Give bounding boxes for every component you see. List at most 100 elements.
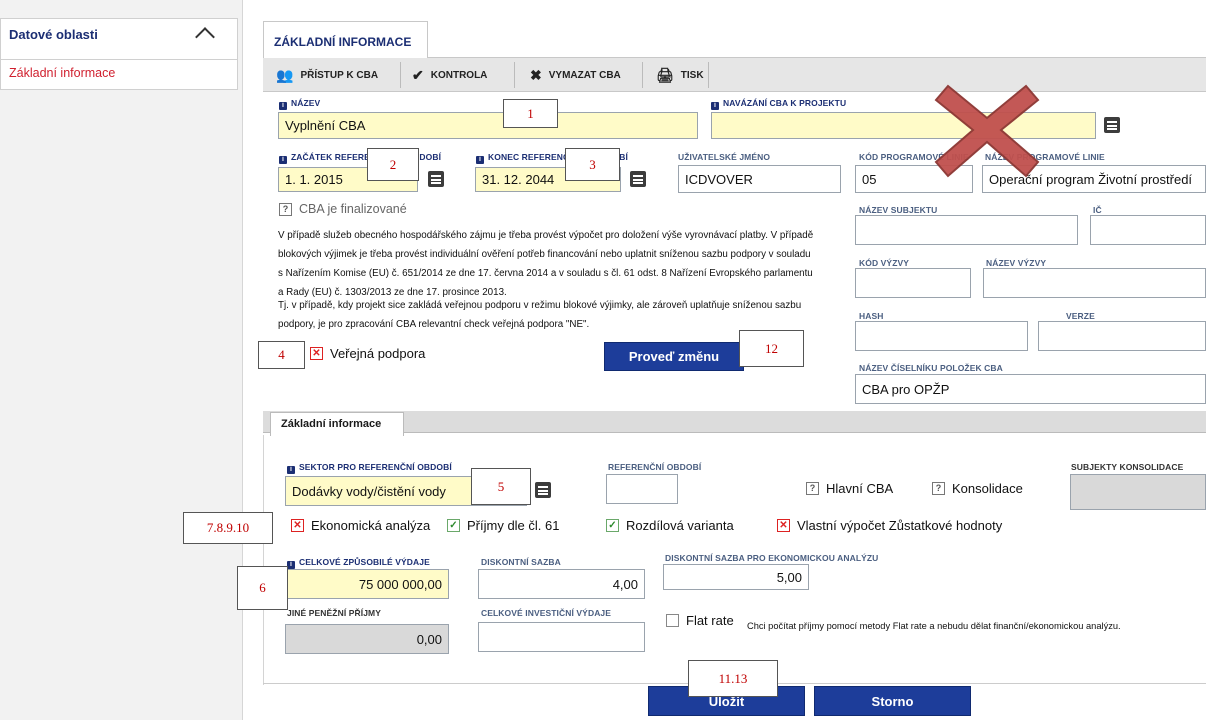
diskontni-sazba-ek-input[interactable]: 5,00	[663, 564, 809, 590]
ic-label: IČ	[1093, 205, 1102, 215]
unchecked-x-icon: ✕	[777, 519, 790, 532]
sidebar-item-zakladni-informace[interactable]: Základní informace	[0, 60, 238, 90]
tisk-label: TISK	[680, 69, 704, 81]
calendar-icon[interactable]	[428, 171, 444, 187]
vymazat-cba-button[interactable]: ✖ VYMAZAT CBA	[530, 62, 621, 88]
list-picker-icon[interactable]	[1104, 117, 1120, 133]
help-icon: ?	[806, 482, 819, 495]
celkove-vydaje-label: i CELKOVÉ ZPŮSOBILÉ VÝDAJE	[287, 557, 430, 569]
access-cba-label: PŘÍSTUP K CBA	[300, 69, 379, 81]
prijmy-label: Příjmy dle čl. 61	[467, 518, 560, 533]
finalized-checkbox[interactable]: ? CBA je finalizované	[279, 202, 407, 216]
inner-tab-label: Základní informace	[281, 418, 382, 430]
info-icon: i	[711, 102, 719, 110]
info-icon: i	[287, 466, 295, 474]
inner-tab-strip	[263, 411, 1206, 433]
subjekty-konsolidace-label: SUBJEKTY KONSOLIDACE	[1071, 462, 1184, 472]
tisk-button[interactable]: 🖨 TISK	[656, 62, 704, 88]
proved-zmenu-button[interactable]: Proveď změnu	[604, 342, 744, 371]
checkmark-icon: ✔	[412, 66, 424, 83]
finalized-label: CBA je finalizované	[299, 202, 407, 216]
calendar-icon[interactable]	[630, 171, 646, 187]
info-text-2: Tj. v případě, kdy projekt sice zakládá …	[278, 300, 802, 330]
checkbox-box	[666, 614, 679, 627]
annotation-marker-3: 3	[565, 148, 620, 181]
uzivatelske-jmeno-input[interactable]: ICDVOVER	[678, 165, 841, 193]
annotation-marker-11-13: 11.13	[688, 660, 778, 697]
red-cross-icon	[934, 84, 1040, 178]
hlavni-cba-checkbox[interactable]: ? Hlavní CBA	[806, 481, 893, 496]
flat-rate-note: Chci počítat příjmy pomocí metody Flat r…	[747, 621, 1121, 631]
list-picker-icon[interactable]	[535, 482, 551, 498]
tab-inner-zakladni-informace[interactable]: Základní informace	[270, 412, 404, 436]
nazev-subjektu-input[interactable]	[855, 215, 1078, 245]
ciselnik-input[interactable]: CBA pro OPŽP	[855, 374, 1206, 404]
nazev-subjektu-label: NÁZEV SUBJEKTU	[859, 205, 938, 215]
printer-icon: 🖨	[656, 66, 674, 83]
annotation-marker-5: 5	[471, 468, 531, 505]
hash-input[interactable]	[855, 321, 1028, 351]
ic-input[interactable]	[1090, 215, 1206, 245]
diskontni-sazba-label: DISKONTNÍ SAZBA	[481, 557, 561, 567]
tab-zakladni-informace[interactable]: ZÁKLADNÍ INFORMACE	[263, 21, 428, 59]
celkove-vydaje-input[interactable]: 75 000 000,00	[285, 569, 449, 599]
annotation-marker-6: 6	[237, 566, 288, 610]
access-cba-button[interactable]: 👥 PŘÍSTUP K CBA	[276, 62, 378, 88]
sidebar: Datové oblasti Základní informace	[0, 0, 243, 720]
storno-button[interactable]: Storno	[814, 686, 971, 716]
tab-label: ZÁKLADNÍ INFORMACE	[274, 35, 412, 49]
diskontni-sazba-ek-label: DISKONTNÍ SAZBA PRO EKONOMICKOU ANALÝZU	[665, 553, 879, 563]
flat-rate-checkbox[interactable]: Flat rate	[666, 613, 734, 628]
chevron-up-icon[interactable]	[195, 27, 215, 47]
uzivatelske-jmeno-label: UŽIVATELSKÉ JMÉNO	[678, 152, 771, 162]
investicni-vydaje-input[interactable]	[478, 622, 645, 652]
vlastni-vypocet-checkbox[interactable]: ✕ Vlastní výpočet Zůstatkové hodnoty	[777, 518, 1002, 533]
ekonomicka-analyza-checkbox[interactable]: ✕ Ekonomická analýza	[291, 518, 430, 533]
ekonomicka-analyza-label: Ekonomická analýza	[311, 518, 431, 533]
referencni-obdobi-label: REFERENČNÍ OBDOBÍ	[608, 462, 702, 472]
sidebar-section-header[interactable]: Datové oblasti	[0, 18, 238, 60]
unchecked-x-icon: ✕	[310, 347, 323, 360]
toolbar-divider	[708, 62, 709, 88]
toolbar	[263, 58, 1206, 92]
unchecked-x-icon: ✕	[291, 519, 304, 532]
hash-label: HASH	[859, 311, 884, 321]
annotation-marker-4: 4	[258, 341, 305, 369]
info-icon: i	[476, 156, 484, 164]
nazev-label: i NÁZEV	[279, 98, 320, 110]
annotation-marker-2: 2	[367, 148, 419, 181]
help-icon: ?	[279, 202, 292, 216]
jine-prijmy-label: JINÉ PENĚŽNÍ PŘÍJMY	[287, 608, 382, 618]
toolbar-divider	[642, 62, 643, 88]
investicni-vydaje-label: CELKOVÉ INVESTIČNÍ VÝDAJE	[481, 608, 612, 618]
diskontni-sazba-input[interactable]: 4,00	[478, 569, 645, 599]
kontrola-button[interactable]: ✔ KONTROLA	[412, 62, 487, 88]
nazev-input[interactable]: Vyplnění CBA	[278, 112, 698, 139]
checked-icon: ✓	[606, 519, 619, 532]
kod-vyzvy-input[interactable]	[855, 268, 971, 298]
rozdilova-varianta-checkbox[interactable]: ✓ Rozdílová varianta	[606, 518, 734, 533]
sidebar-section-title: Datové oblasti	[9, 27, 98, 42]
ciselnik-label: NÁZEV ČÍSELNÍKU POLOŽEK CBA	[859, 363, 1003, 373]
konsolidace-label: Konsolidace	[952, 481, 1023, 496]
cross-icon: ✖	[530, 66, 542, 83]
annotation-marker-1: 1	[503, 99, 558, 128]
prijmy-checkbox[interactable]: ✓ Příjmy dle čl. 61	[447, 518, 559, 533]
sektor-label: i SEKTOR PRO REFERENČNÍ OBDOBÍ	[287, 462, 452, 474]
vlastni-vypocet-label: Vlastní výpočet Zůstatkové hodnoty	[797, 518, 1003, 533]
referencni-obdobi-input[interactable]	[606, 474, 678, 504]
nazev-vyzvy-input[interactable]	[983, 268, 1206, 298]
jine-prijmy-input: 0,00	[285, 624, 449, 654]
konsolidace-checkbox[interactable]: ? Konsolidace	[932, 481, 1023, 496]
flat-rate-label: Flat rate	[686, 613, 734, 628]
navazani-label: i NAVÁZÁNÍ CBA K PROJEKTU	[711, 98, 846, 110]
rozdilova-varianta-label: Rozdílová varianta	[626, 518, 734, 533]
verejna-podpora-checkbox[interactable]: ✕ Veřejná podpora	[310, 346, 425, 361]
hlavni-cba-label: Hlavní CBA	[826, 481, 894, 496]
vymazat-cba-label: VYMAZAT CBA	[548, 69, 621, 81]
kod-vyzvy-label: KÓD VÝZVY	[859, 258, 910, 268]
info-icon: i	[279, 156, 287, 164]
kontrola-label: KONTROLA	[430, 69, 488, 81]
verze-input[interactable]	[1038, 321, 1206, 351]
toolbar-divider	[400, 62, 401, 88]
